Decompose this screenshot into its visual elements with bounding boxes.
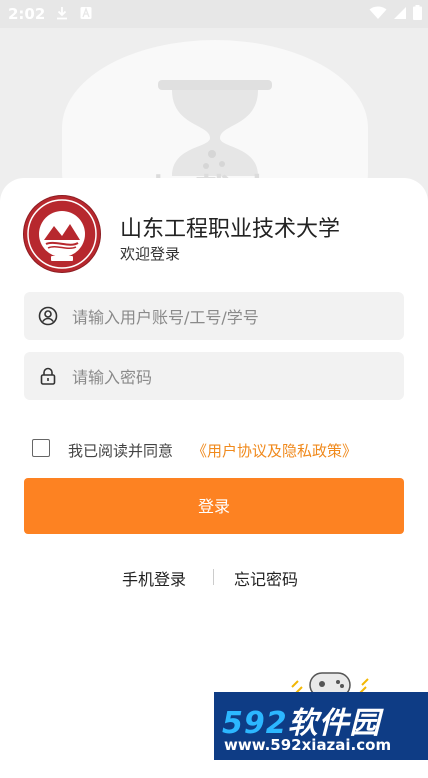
user-icon	[38, 306, 58, 326]
notification-a-icon	[80, 7, 92, 19]
logo-emblem-icon	[27, 199, 97, 269]
password-input[interactable]	[70, 352, 394, 402]
watermark-url: www.592xiazai.com	[224, 736, 392, 754]
signal-icon	[394, 6, 406, 19]
policy-link[interactable]: 《用户协议及隐私政策》	[192, 440, 357, 461]
login-button[interactable]: 登录	[24, 478, 404, 534]
watermark-banner: 592软件园 www.592xiazai.com	[214, 692, 428, 760]
download-icon	[57, 7, 67, 20]
lock-icon	[40, 367, 56, 385]
phone-login-link[interactable]: 手机登录	[122, 566, 186, 590]
agree-checkbox[interactable]	[32, 439, 50, 457]
status-bar: 2:02	[0, 0, 428, 28]
forgot-password-link[interactable]: 忘记密码	[234, 566, 298, 590]
account-field[interactable]	[24, 292, 404, 342]
wifi-icon	[369, 6, 387, 19]
university-logo	[24, 196, 100, 272]
link-divider	[213, 569, 214, 585]
password-field[interactable]	[24, 352, 404, 402]
university-name: 山东工程职业技术大学	[120, 217, 341, 242]
hourglass-icon	[158, 80, 272, 176]
battery-icon	[413, 5, 422, 20]
status-time: 2:02	[8, 5, 46, 23]
account-input[interactable]	[70, 292, 394, 342]
agree-label: 我已阅读并同意	[68, 442, 174, 460]
welcome-subtitle: 欢迎登录	[120, 245, 181, 263]
